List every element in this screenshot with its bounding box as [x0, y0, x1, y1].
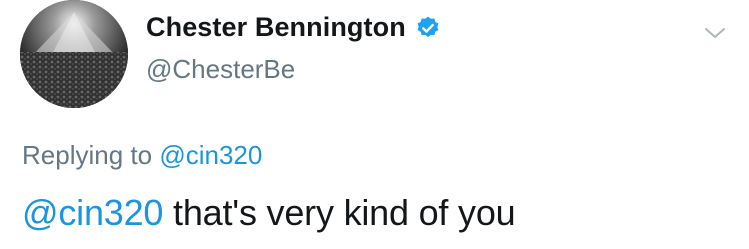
replying-to-label: Replying to [22, 140, 153, 170]
tweet-mention[interactable]: @cin320 [22, 192, 163, 233]
tweet-text: @cin320 that's very kind of you [22, 192, 516, 234]
author-handle[interactable]: @ChesterBe [146, 54, 295, 85]
verified-badge-icon [415, 15, 441, 41]
author-name-row[interactable]: Chester Bennington [146, 12, 441, 43]
author-display-name[interactable]: Chester Bennington [146, 12, 406, 43]
replying-to-line: Replying to @cin320 [22, 140, 262, 171]
replying-to-mention[interactable]: @cin320 [159, 140, 262, 170]
avatar-photo [20, 0, 128, 108]
tweet-body: that's very kind of you [163, 192, 516, 233]
chevron-down-icon[interactable] [702, 20, 728, 46]
avatar[interactable] [20, 0, 128, 108]
